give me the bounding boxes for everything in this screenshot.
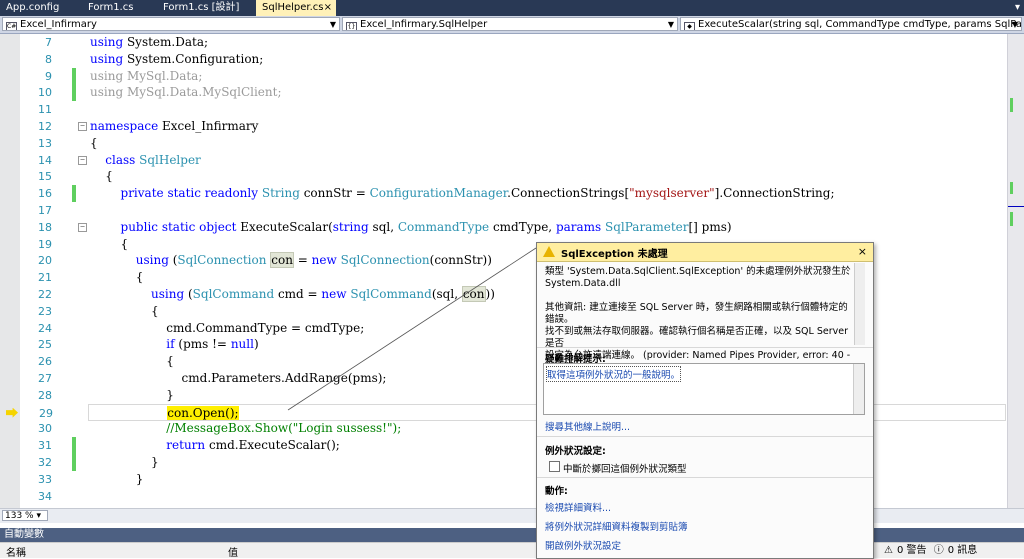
exception-message-box[interactable]: 類型 'System.Data.SqlClient.SqlException' … <box>543 263 865 373</box>
view-detail-link[interactable]: 檢視詳細資料... <box>545 500 611 514</box>
troubleshoot-link[interactable]: 取得這項例外狀況的一般說明。 <box>546 366 682 382</box>
exception-title: SqlException 未處理 <box>561 249 668 260</box>
exception-header: SqlException 未處理 × <box>537 243 873 262</box>
settings-title: 例外狀況設定: <box>545 446 606 457</box>
copy-detail-link[interactable]: 將例外狀況詳細資料複製到剪貼簿 <box>545 519 688 533</box>
warning-icon <box>543 246 555 257</box>
search-online-link[interactable]: 搜尋其他線上說明... <box>545 419 630 433</box>
troubleshoot-list[interactable]: 取得這項例外狀況的一般說明。 <box>543 363 865 415</box>
open-exception-settings-link[interactable]: 開啟例外狀況設定 <box>545 538 621 552</box>
exception-assistant: SqlException 未處理 × 類型 'System.Data.SqlCl… <box>536 242 874 559</box>
break-on-throw-checkbox[interactable] <box>549 461 560 472</box>
message-scrollbar[interactable] <box>854 263 865 345</box>
troubleshoot-scrollbar[interactable] <box>853 364 864 414</box>
close-icon[interactable]: × <box>858 245 867 258</box>
exception-message: 類型 'System.Data.SqlClient.SqlException' … <box>545 266 851 289</box>
actions-title: 動作: <box>545 486 568 497</box>
break-checkbox-label: 中斷於擲回這個例外狀況類型 <box>563 464 687 475</box>
